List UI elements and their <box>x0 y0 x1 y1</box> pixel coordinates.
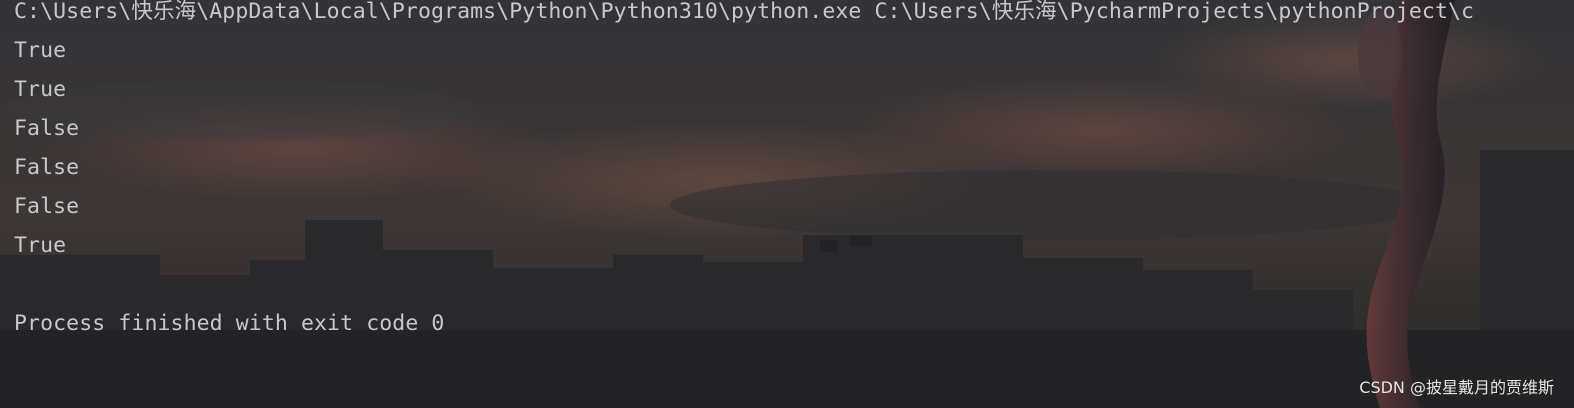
output-line: False <box>14 194 80 219</box>
output-line: True <box>14 38 67 63</box>
run-console[interactable]: C:\Users\快乐海\AppData\Local\Programs\Pyth… <box>0 0 1574 408</box>
exit-status-message: Process finished with exit code 0 <box>14 311 445 336</box>
output-line: True <box>14 233 67 258</box>
output-line: False <box>14 155 80 180</box>
command-line[interactable]: C:\Users\快乐海\AppData\Local\Programs\Pyth… <box>14 0 1474 24</box>
output-line: False <box>14 116 80 141</box>
output-line: True <box>14 77 67 102</box>
csdn-watermark: CSDN @披星戴月的贾维斯 <box>1359 378 1554 397</box>
